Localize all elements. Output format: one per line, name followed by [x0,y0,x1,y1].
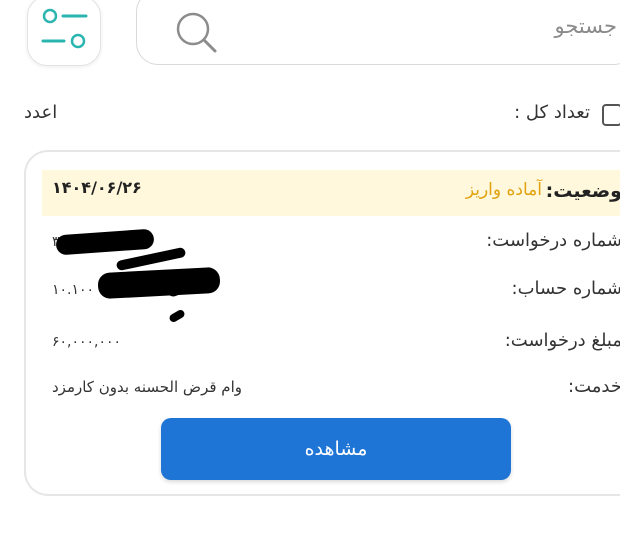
list-icon [602,104,620,126]
search-icon[interactable] [173,9,219,55]
search-box[interactable] [136,0,620,65]
amount-row: مبلغ درخواست: ۶۰,۰۰۰,۰۰۰ [26,308,620,360]
request-number-row: شماره درخواست: ۳ [26,228,620,272]
status-label: وضعیت: [545,180,620,202]
view-button[interactable]: مشاهده [161,418,511,480]
request-date: ۱۴۰۴/۰۶/۲۶ [52,178,142,197]
amount-label: مبلغ درخواست: [504,330,620,351]
filter-sliders-icon [41,8,88,49]
request-card: وضعیت: آماده واریز ۱۴۰۴/۰۶/۲۶ شماره درخو… [24,150,620,496]
status-bar: وضعیت: آماده واریز ۱۴۰۴/۰۶/۲۶ [42,170,620,216]
total-count-label: تعداد کل : [514,102,590,123]
service-row: خدمت: وام قرض الحسنه بدون کارمزد [26,374,620,406]
service-value: وام قرض الحسنه بدون کارمزد [52,378,242,396]
search-input[interactable] [317,14,617,38]
request-number-label: شماره درخواست: [486,230,620,251]
account-number-label: شماره حساب: [511,278,620,299]
account-number-value: ۱۰.۱۰۰ [52,282,95,298]
account-number-row: شماره حساب: ۱۰.۱۰۰ [26,266,620,308]
total-count-unit: اعدد [24,102,58,123]
redaction-mark [168,308,186,324]
filter-button[interactable] [27,0,101,66]
service-label: خدمت: [568,376,620,397]
total-count-row: تعداد کل : اعدد [0,96,620,136]
status-badge: آماده واریز [465,180,542,200]
redaction-mark [55,228,155,256]
amount-value: ۶۰,۰۰۰,۰۰۰ [52,334,122,350]
